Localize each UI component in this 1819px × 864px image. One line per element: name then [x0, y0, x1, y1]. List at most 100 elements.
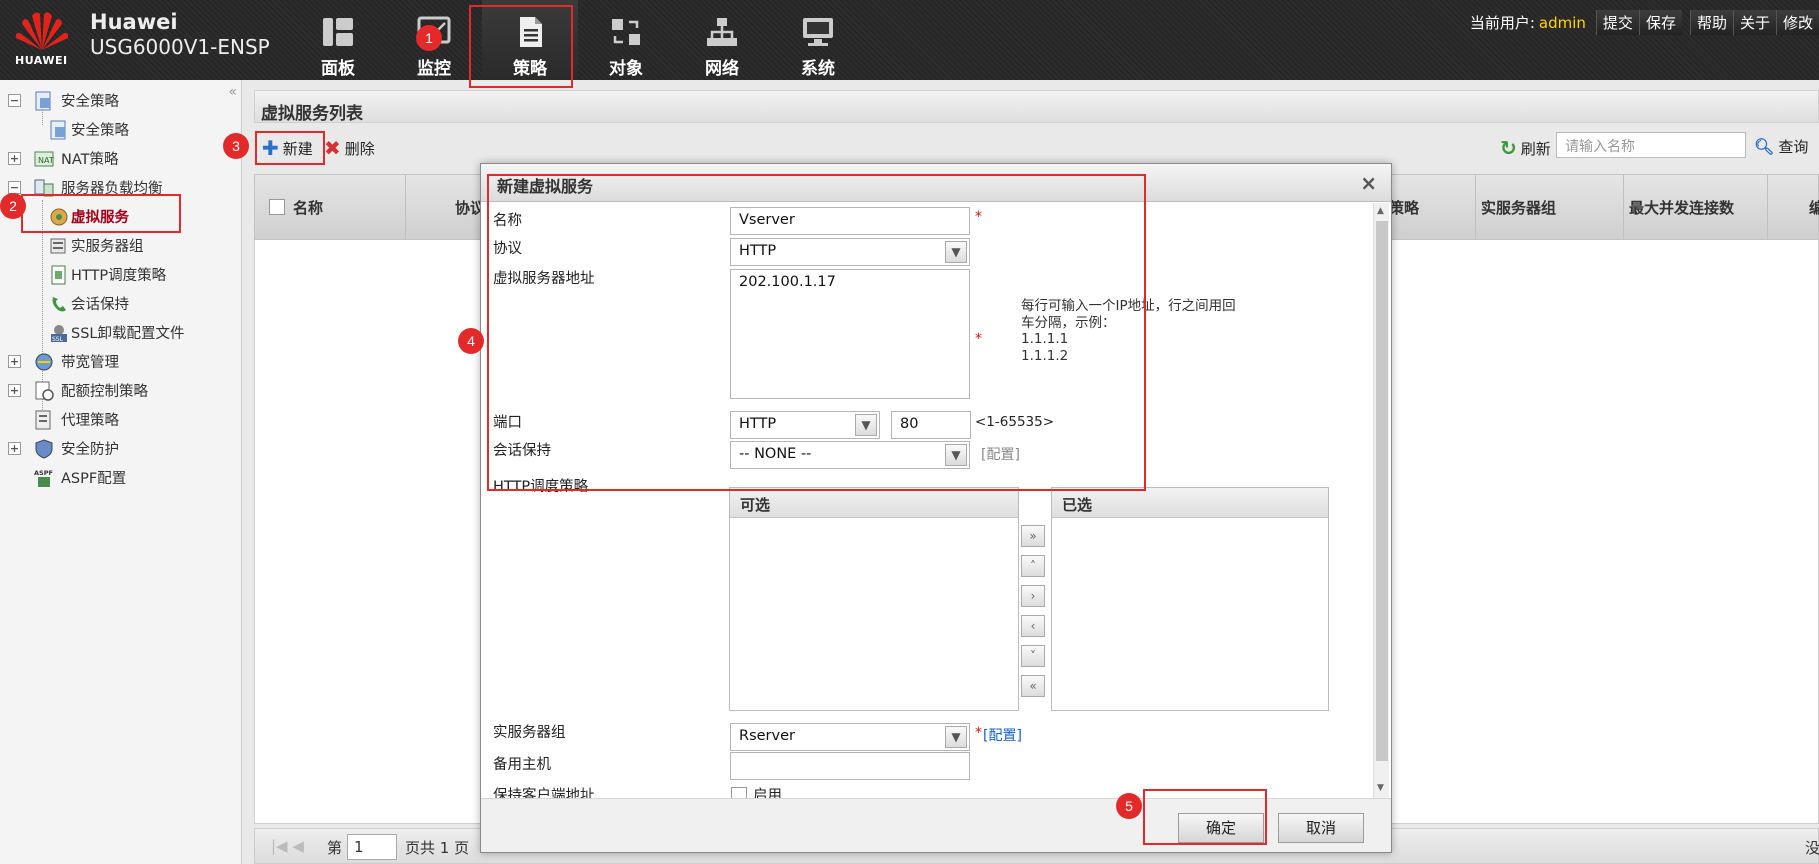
sidebar-item-label: 安全防护 — [61, 442, 119, 458]
sidebar-item-real-server-group[interactable]: 实服务器组 — [0, 231, 240, 260]
sidebar-item-bandwidth-management[interactable]: + 带宽管理 — [0, 347, 240, 376]
port-type-select[interactable]: HTTP ▼ — [730, 411, 880, 439]
cancel-button[interactable]: 取消 — [1278, 813, 1364, 843]
sidebar-item-security-policy[interactable]: 安全策略 — [0, 115, 240, 144]
move-down-button[interactable]: ˅ — [1021, 645, 1045, 667]
scroll-up-icon[interactable]: ▲ — [1377, 206, 1384, 216]
first-page-icon[interactable]: |◀ ◀ — [271, 837, 304, 855]
save-button[interactable]: 保存 — [1638, 10, 1682, 35]
http-policy-icon — [51, 265, 66, 284]
virtual-address-label: 虚拟服务器地址 — [493, 271, 595, 287]
list-title: 虚拟服务列表 — [254, 90, 1819, 124]
name-input[interactable]: Vserver — [730, 207, 970, 235]
help-button[interactable]: 帮助 — [1689, 10, 1733, 35]
remove-all-button[interactable]: « — [1021, 675, 1045, 697]
virtual-service-icon — [50, 208, 68, 225]
name-label: 名称 — [493, 213, 522, 229]
server-group-config-link[interactable]: [配置] — [983, 725, 1022, 745]
port-input[interactable]: 80 — [891, 411, 971, 439]
sidebar-item-server-load-balancing[interactable]: − 服务器负载均衡 — [0, 173, 240, 202]
nav-system[interactable]: 系统 — [770, 0, 866, 80]
protocol-value: HTTP — [739, 243, 777, 259]
quota-icon — [35, 381, 54, 401]
dialog-header: 新建虚拟服务 × — [481, 164, 1391, 202]
page-total: 页共 1 页 — [405, 839, 470, 857]
remove-button[interactable]: ‹ — [1021, 615, 1045, 637]
session-config-link[interactable]: [配置] — [981, 444, 1020, 464]
add-all-button[interactable]: » — [1021, 525, 1045, 547]
session-persistence-select[interactable]: -- NONE -- ▼ — [730, 441, 970, 469]
column-separator — [1623, 175, 1624, 241]
column-separator — [405, 175, 406, 241]
commit-button[interactable]: 提交 — [1595, 10, 1639, 35]
top-header: HUAWEI Huawei USG6000V1-ENSP 面板 监控 策略 对象… — [0, 0, 1819, 80]
column-edit[interactable]: 编 — [1809, 197, 1819, 218]
modify-password-button[interactable]: 修改 — [1775, 10, 1819, 35]
enable-checkbox[interactable] — [731, 787, 747, 798]
svg-text:ASPF: ASPF — [34, 469, 53, 477]
about-button[interactable]: 关于 — [1732, 10, 1776, 35]
new-button[interactable]: ✚ 新建 — [262, 136, 313, 160]
column-real-server-group[interactable]: 实服务器组 — [1481, 197, 1556, 218]
required-mark: * — [975, 331, 982, 347]
backup-host-input[interactable] — [730, 752, 970, 780]
sidebar-item-label: 带宽管理 — [61, 355, 119, 371]
nav-dashboard[interactable]: 面板 — [290, 0, 386, 80]
nav-object[interactable]: 对象 — [578, 0, 674, 80]
sidebar-item-aspf-config[interactable]: ASPF ASPF配置 — [0, 463, 240, 492]
refresh-button[interactable]: ↻ 刷新 — [1500, 136, 1551, 160]
close-icon[interactable]: × — [1360, 171, 1377, 195]
sidebar-item-nat-policy[interactable]: + NAT NAT策略 — [0, 144, 240, 173]
refresh-icon: ↻ — [1500, 136, 1517, 160]
sidebar-item-label: 配额控制策略 — [61, 384, 148, 400]
policy-icon — [50, 120, 66, 139]
hint-line: 每行可输入一个IP地址，行之间用回 — [1021, 298, 1236, 314]
new-button-label: 新建 — [282, 139, 313, 158]
delete-button[interactable]: ✖ 删除 — [324, 136, 375, 160]
sidebar-item-security-policy-group[interactable]: − 安全策略 — [0, 86, 240, 115]
ssl-icon: SSL — [51, 324, 67, 343]
add-button[interactable]: › — [1021, 585, 1045, 607]
sidebar-item-ssl-offload-profile[interactable]: SSL SSL卸载配置文件 — [0, 318, 240, 347]
selected-list[interactable]: 已选 — [1051, 487, 1329, 711]
sidebar-item-virtual-service[interactable]: 虚拟服务 — [0, 202, 240, 231]
nav-policy[interactable]: 策略 — [482, 0, 578, 80]
scroll-down-icon[interactable]: ▼ — [1377, 783, 1384, 793]
sidebar-item-label: 安全策略 — [71, 123, 129, 139]
select-all-checkbox[interactable] — [269, 199, 285, 215]
query-button[interactable]: 🔍︎ 查询 — [1754, 136, 1808, 157]
collapse-icon[interactable]: − — [8, 94, 21, 107]
nav-object-label: 对象 — [609, 59, 643, 79]
sidebar-item-label: 服务器负载均衡 — [61, 181, 163, 197]
collapse-icon[interactable]: − — [8, 181, 21, 194]
expand-icon[interactable]: + — [8, 384, 21, 397]
sidebar-item-security-protection[interactable]: + 安全防护 — [0, 434, 240, 463]
sidebar-item-label: HTTP调度策略 — [71, 268, 167, 284]
sidebar-item-quota-control[interactable]: + 配额控制策略 — [0, 376, 240, 405]
available-list[interactable]: 可选 — [729, 487, 1019, 711]
real-server-group-select[interactable]: Rserver ▼ — [730, 723, 970, 751]
sidebar-item-proxy-policy[interactable]: 代理策略 — [0, 405, 240, 434]
nav-network[interactable]: 网络 — [674, 0, 770, 80]
sidebar-item-session-persistence[interactable]: 会话保持 — [0, 289, 240, 318]
page-number-input[interactable]: 1 — [347, 834, 397, 860]
column-name[interactable]: 名称 — [293, 197, 323, 218]
port-label: 端口 — [493, 415, 522, 431]
sidebar-item-http-scheduling[interactable]: HTTP调度策略 — [0, 260, 240, 289]
address-hint: 每行可输入一个IP地址，行之间用回 车分隔，示例： 1.1.1.1 1.1.1.… — [1021, 298, 1236, 364]
column-max-connections[interactable]: 最大并发连接数 — [1629, 197, 1734, 218]
virtual-address-textarea[interactable]: 202.100.1.17 — [730, 269, 970, 399]
session-persistence-label: 会话保持 — [493, 443, 551, 459]
expand-icon[interactable]: + — [8, 442, 21, 455]
scroll-thumb[interactable] — [1376, 221, 1388, 761]
search-input[interactable]: 请输入名称 — [1556, 132, 1746, 158]
column-policy[interactable]: 策略 — [1389, 197, 1419, 218]
expand-icon[interactable]: + — [8, 152, 21, 165]
expand-icon[interactable]: + — [8, 355, 21, 368]
dialog-scrollbar[interactable]: ▲ ▼ — [1373, 203, 1389, 798]
move-up-button[interactable]: ˄ — [1021, 555, 1045, 577]
ok-button[interactable]: 确定 — [1178, 813, 1264, 843]
protocol-select[interactable]: HTTP ▼ — [730, 238, 970, 266]
sidebar-item-label: 会话保持 — [71, 297, 129, 313]
nav-policy-label: 策略 — [513, 59, 547, 79]
